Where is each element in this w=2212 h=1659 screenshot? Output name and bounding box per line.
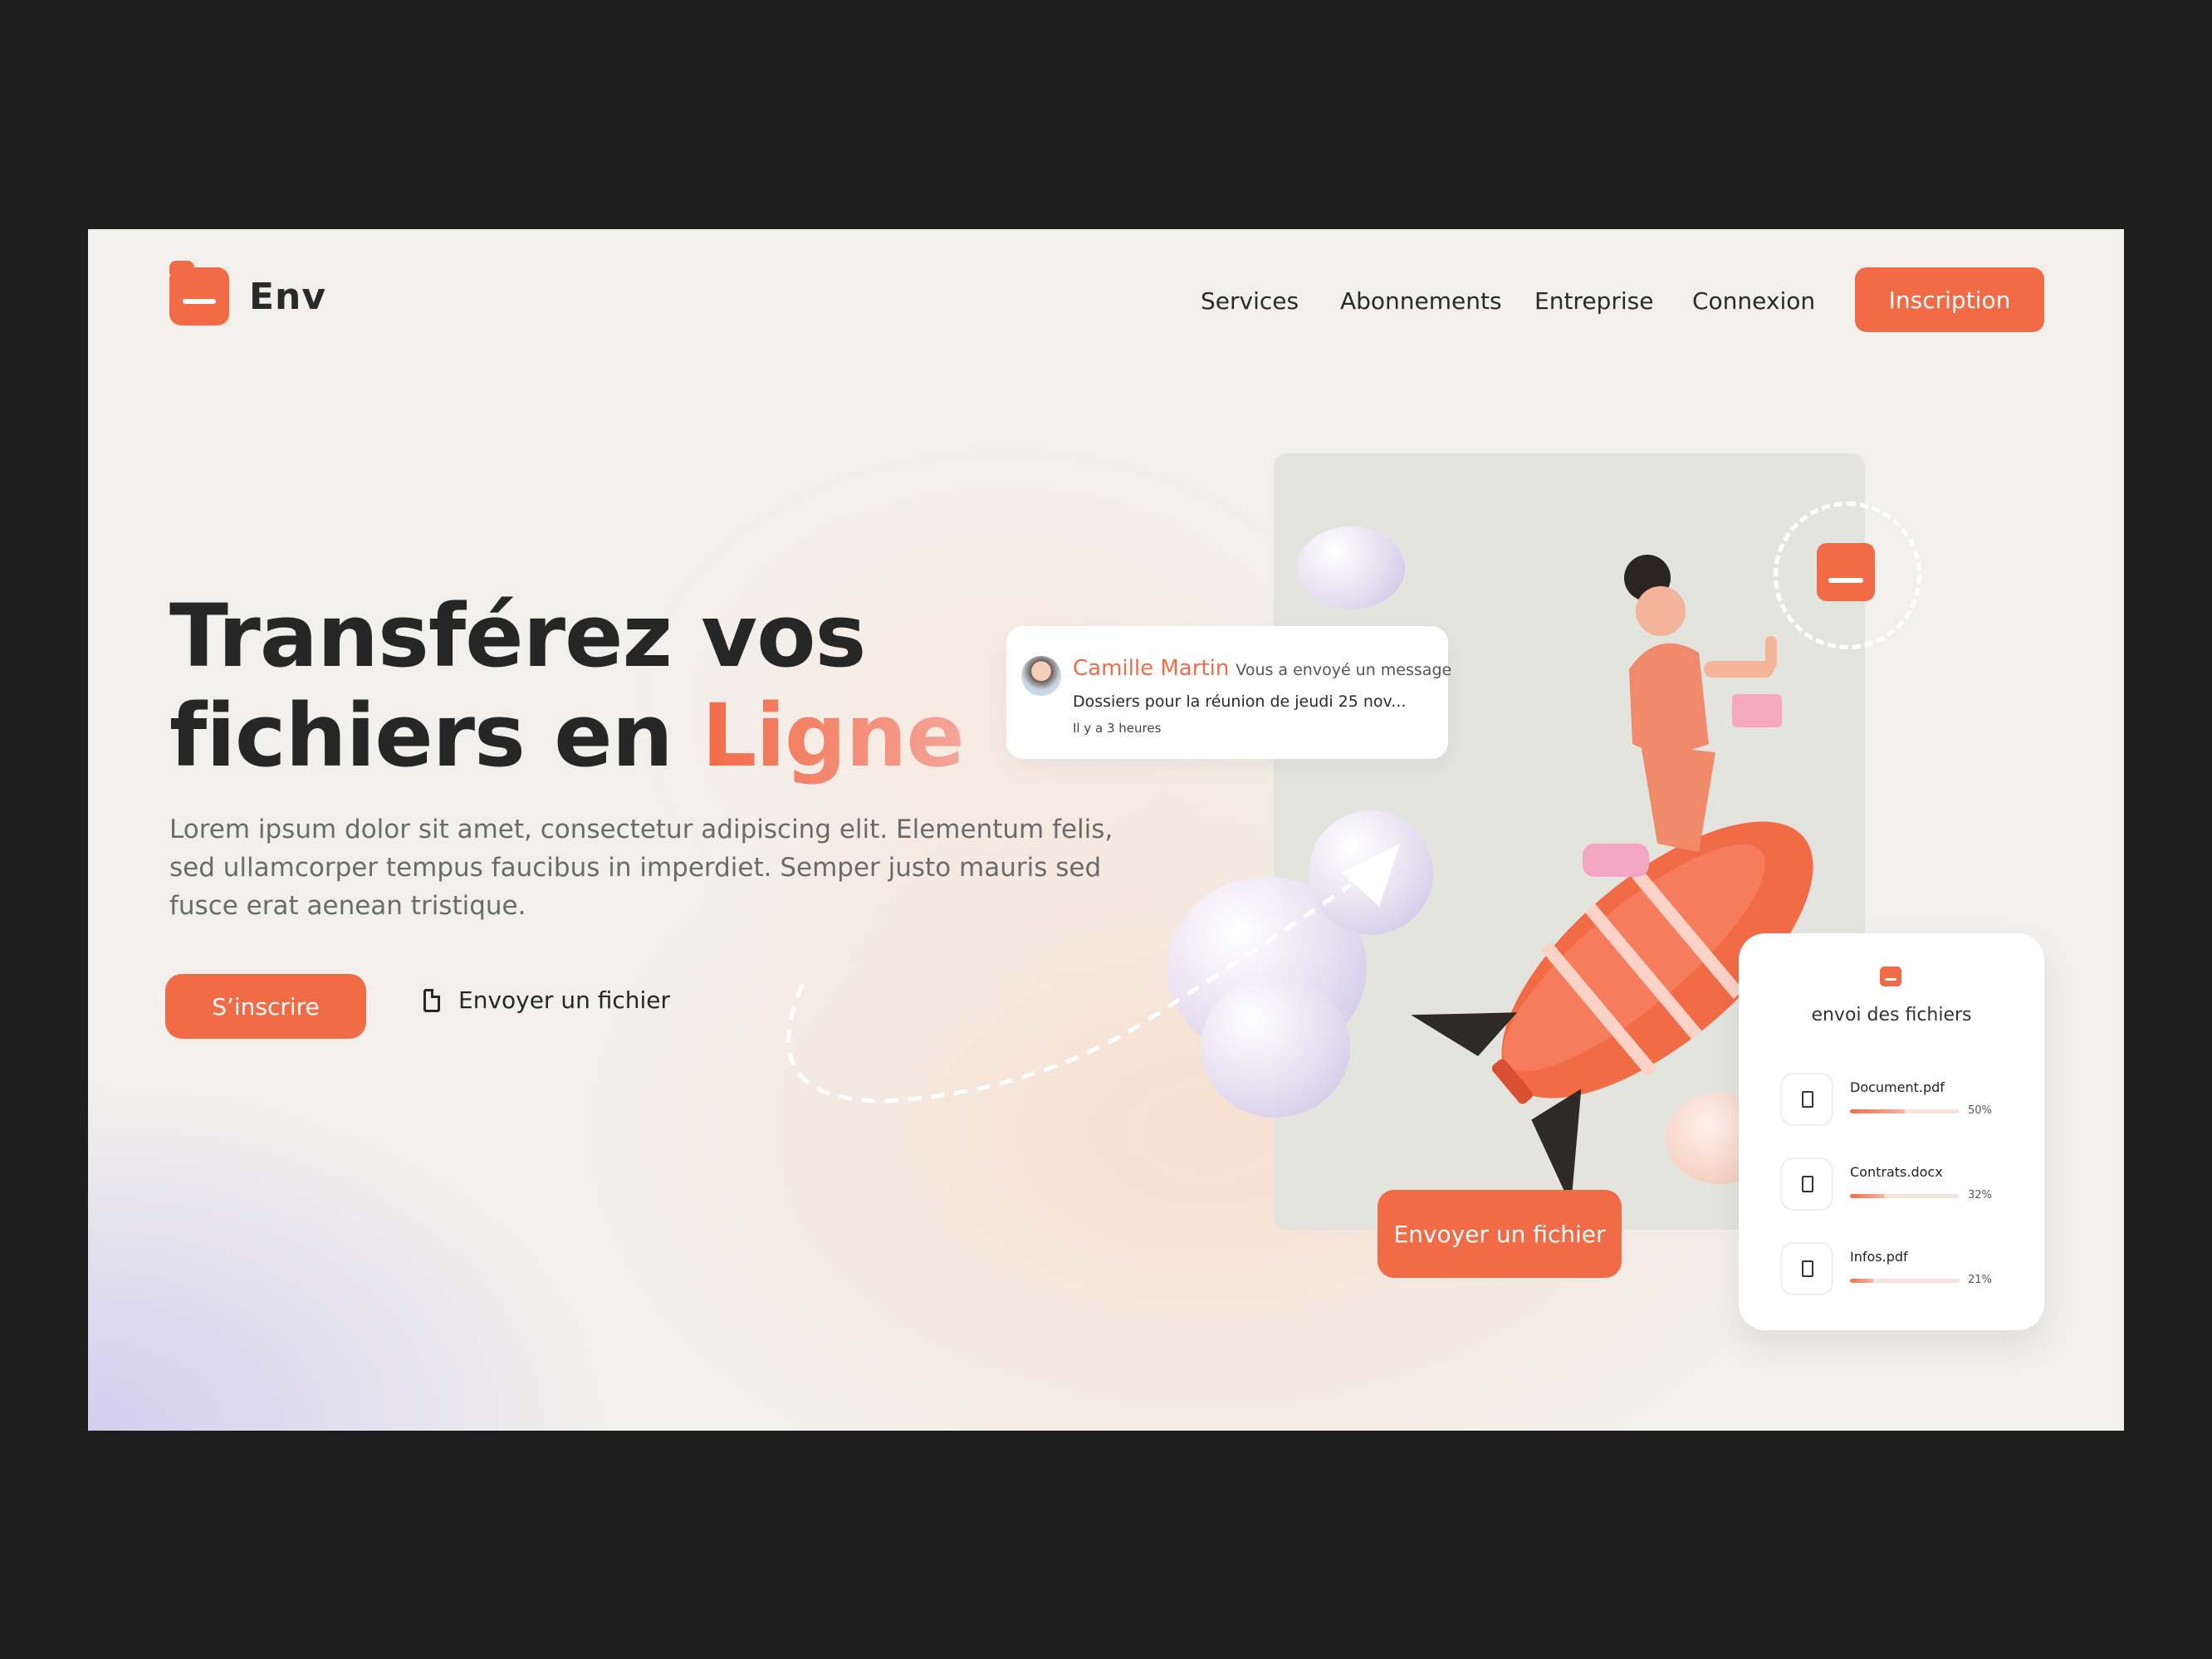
progress-bar — [1850, 1279, 1960, 1283]
file-name: Contrats.docx — [1850, 1164, 1943, 1180]
message-card[interactable]: Camille Martin Vous a envoyé un message D… — [1006, 626, 1452, 759]
sinscrire-button[interactable]: S’inscrire — [165, 974, 366, 1039]
progress-bar — [1850, 1194, 1960, 1198]
hero-title-line2: fichiers en — [169, 685, 702, 786]
message-preview: Dossiers pour la réunion de jeudi 25 nov… — [1073, 692, 1407, 711]
landing-page: Env Services Abonnements Entreprise Conn… — [88, 229, 2124, 1431]
send-file-button[interactable]: Envoyer un fichier — [1378, 1190, 1622, 1278]
hero-title-line1: Transférez vos — [169, 585, 866, 687]
nav-item-entreprise[interactable]: Entreprise — [1534, 287, 1653, 315]
upload-card-title: envoi des fichiers — [1811, 1005, 1972, 1025]
file-name: Infos.pdf — [1850, 1249, 1908, 1265]
send-file-link[interactable]: Envoyer un fichier — [423, 986, 670, 1014]
brand-logo[interactable]: Env — [169, 261, 327, 325]
message-time: Il y a 3 heures — [1073, 721, 1162, 736]
nav-item-services[interactable]: Services — [1201, 287, 1299, 315]
folder-icon — [169, 261, 229, 325]
inscription-button[interactable]: Inscription — [1855, 267, 2044, 332]
progress-label: 21% — [1968, 1274, 1992, 1286]
progress-bar — [1850, 1109, 1960, 1113]
nav-item-abonnements[interactable]: Abonnements — [1340, 287, 1502, 315]
list-item[interactable]: Document.pdf 50% — [1780, 1073, 2013, 1128]
progress-label: 32% — [1968, 1189, 1992, 1201]
paper-plane-path — [786, 844, 1400, 1104]
message-action: Vous a envoyé un message — [1236, 661, 1452, 679]
file-icon — [423, 988, 440, 1012]
list-item[interactable]: Contrats.docx 32% — [1780, 1157, 2013, 1212]
progress-label: 50% — [1968, 1104, 1992, 1117]
sender-name: Camille Martin — [1073, 656, 1230, 681]
avatar — [1021, 656, 1061, 696]
brand-name: Env — [249, 275, 327, 318]
list-item[interactable]: Infos.pdf 21% — [1780, 1242, 2013, 1297]
file-icon — [1780, 1157, 1833, 1211]
upload-card: envoi des fichiers Document.pdf 50% Cont… — [1739, 933, 2044, 1330]
file-icon — [1780, 1073, 1833, 1126]
file-icon — [1780, 1242, 1833, 1295]
folder-icon — [1880, 967, 1901, 986]
send-file-link-label: Envoyer un fichier — [458, 986, 671, 1014]
hero-title: Transférez vos fichiers en Ligne — [169, 585, 965, 786]
nav-item-connexion[interactable]: Connexion — [1692, 287, 1815, 315]
file-name: Document.pdf — [1850, 1079, 1945, 1095]
folder-icon — [1817, 543, 1875, 601]
